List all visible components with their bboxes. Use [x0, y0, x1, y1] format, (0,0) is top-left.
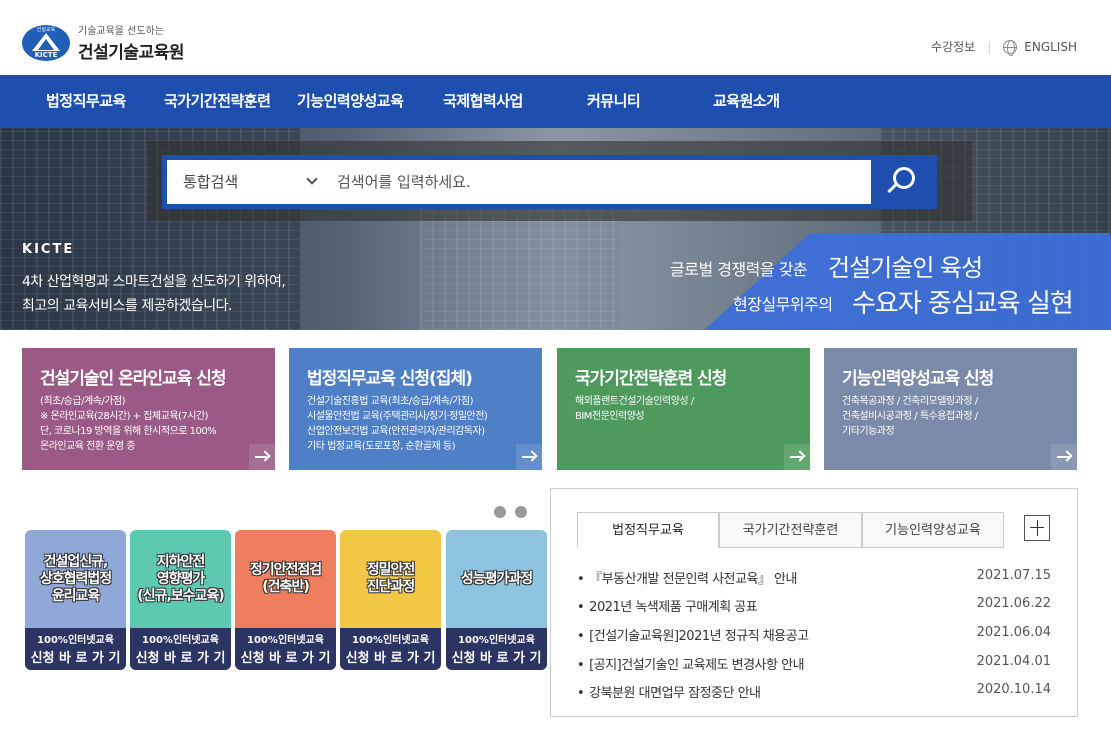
english-link[interactable]: ENGLISH	[1024, 40, 1077, 54]
notice-title[interactable]: 강북분원 대면업무 잠정중단 안내	[577, 682, 761, 701]
hero-line-1: 4차 산업혁명과 스마트건설을 선도하기 위하여,	[22, 274, 286, 290]
utility-menu: 수강정보 | ENGLISH	[931, 38, 1077, 56]
more-plus-icon[interactable]	[1024, 515, 1050, 541]
nav-item-community[interactable]: 커뮤니티	[587, 75, 641, 128]
card-national-strategy[interactable]: 국가기간전략훈련 신청 해외플랜트건설기술인력양성 / BIM전문인력양성	[557, 348, 810, 470]
quick-course-link[interactable]: 신청 바 로 가 기	[25, 647, 126, 666]
hero-slogan-1-small: 글로벌 경쟁력을 갖춘	[670, 260, 808, 279]
hero-banner: 통합검색 KICTE 4차 산업혁명과 스마트건설을 선도하기 위하여, 최고의…	[0, 128, 1111, 330]
nav-item-skilled-workforce[interactable]: 기능인력양성교육	[297, 75, 404, 128]
nav-item-about[interactable]: 교육원소개	[713, 75, 780, 128]
card-description: 건축목공과정 / 건축리모델링과정 / 건축설비시공과정 / 특수용접과정 / …	[842, 396, 978, 437]
card-title: 건설기술인 온라인교육 신청	[40, 369, 227, 389]
quick-course-construction-ethics[interactable]: 건설업신규, 상호협력법정 윤리교육 100%인터넷교육 신청 바 로 가 기	[25, 530, 126, 670]
quick-course-title: 지하안전 영향평가 (신규,보수교육)	[137, 553, 224, 604]
hero-brand: KICTE	[22, 242, 75, 257]
quick-course-sub: 100%인터넷교육	[352, 635, 429, 646]
site-header: 건설교육 KICTE 기술교육을 선도하는 건설기술교육원 수강정보 | ENG…	[0, 0, 1111, 75]
quick-course-link[interactable]: 신청 바 로 가 기	[446, 647, 547, 666]
hero-line-2: 최고의 교육서비스를 제공하겠습니다.	[22, 298, 232, 314]
nav-item-international[interactable]: 국제협력사업	[443, 75, 523, 128]
hero-slogan-1-large: 건설기술인 육성	[828, 254, 983, 282]
nav-item-legal-training[interactable]: 법정직무교육	[46, 75, 126, 128]
quick-course-underground-safety[interactable]: 지하안전 영향평가 (신규,보수교육) 100%인터넷교육 신청 바 로 가 기	[130, 530, 231, 670]
card-description: 해외플랜트건설기술인력양성 / BIM전문인력양성	[575, 396, 694, 422]
card-skilled-workforce[interactable]: 기능인력양성교육 신청 건축목공과정 / 건축리모델링과정 / 건축설비시공과정…	[824, 348, 1077, 470]
slider-pagination	[494, 506, 536, 518]
logo-mark-top-text: 건설교육	[36, 26, 56, 33]
card-title: 국가기간전략훈련 신청	[575, 369, 727, 389]
slider-dot[interactable]	[515, 506, 527, 518]
card-description: (최초/승급/계속/가점) ※ 온라인교육(28시간) + 집체교육(7시간) …	[40, 396, 217, 452]
tab-national-strategy[interactable]: 국가기간전략훈련	[719, 512, 862, 548]
course-info-link[interactable]: 수강정보	[931, 38, 975, 55]
notice-panel: 법정직무교육 국가기간전략훈련 기능인력양성교육 『부동산개발 전문인력 사전교…	[550, 488, 1078, 717]
logo-mark-bottom-text: KICTE	[34, 50, 58, 59]
notice-date: 2021.04.01	[976, 654, 1051, 669]
search-bar: 통합검색	[162, 155, 937, 209]
utility-separator: |	[987, 39, 992, 54]
quick-course-link[interactable]: 신청 바 로 가 기	[340, 647, 441, 666]
search-scope-select[interactable]: 통합검색	[183, 160, 238, 204]
tab-skilled-workforce[interactable]: 기능인력양성교육	[862, 512, 1004, 548]
arrow-right-icon[interactable]	[516, 444, 542, 470]
nav-item-national-strategy[interactable]: 국가기간전략훈련	[164, 75, 271, 128]
logo-title: 건설기술교육원	[78, 43, 184, 63]
quick-course-title: 건설업신규, 상호협력법정 윤리교육	[39, 553, 112, 604]
notice-item[interactable]: 강북분원 대면업무 잠정중단 안내 2020.10.14	[577, 682, 1051, 702]
quick-course-sub: 100%인터넷교육	[37, 635, 114, 646]
quick-course-title: 성능평가과정	[460, 570, 533, 587]
arrow-right-icon[interactable]	[249, 444, 275, 470]
notice-date: 2021.07.15	[976, 568, 1051, 583]
logo-tagline: 기술교육을 선도하는	[78, 26, 164, 37]
card-online-training[interactable]: 건설기술인 온라인교육 신청 (최초/승급/계속/가점) ※ 온라인교육(28시…	[22, 348, 275, 470]
quick-course-performance-eval[interactable]: 성능평가과정 100%인터넷교육 신청 바 로 가 기	[446, 530, 547, 670]
card-legal-training[interactable]: 법정직무교육 신청(집체) 건설기술진흥법 교육(최초/승급/계속/가점) 시설…	[289, 348, 542, 470]
notice-date: 2021.06.04	[976, 625, 1051, 640]
quick-course-precision-diagnosis[interactable]: 정밀안전 진단과정 100%인터넷교육 신청 바 로 가 기	[340, 530, 441, 670]
logo-mark-icon: 건설교육 KICTE	[22, 24, 70, 61]
notice-item[interactable]: [공지]건설기술인 교육제도 변경사항 안내 2021.04.01	[577, 654, 1051, 674]
main-nav: 법정직무교육 국가기간전략훈련 기능인력양성교육 국제협력사업 커뮤니티 교육원…	[0, 75, 1111, 128]
search-input[interactable]	[337, 160, 857, 204]
arrow-right-icon[interactable]	[1051, 444, 1077, 470]
search-button[interactable]	[871, 155, 937, 209]
quick-course-regular-inspection[interactable]: 정기안전점검 (건축반) 100%인터넷교육 신청 바 로 가 기	[235, 530, 336, 670]
quick-course-sub: 100%인터넷교육	[142, 635, 219, 646]
quick-course-link[interactable]: 신청 바 로 가 기	[130, 647, 231, 666]
slider-dot[interactable]	[494, 506, 506, 518]
notice-item[interactable]: 2021년 녹색제품 구매계획 공표 2021.06.22	[577, 596, 1051, 616]
notice-title[interactable]: 『부동산개발 전문인력 사전교육』 안내	[577, 568, 797, 587]
quick-course-title: 정밀안전 진단과정	[366, 562, 416, 595]
quick-course-sub: 100%인터넷교육	[458, 635, 535, 646]
site-logo[interactable]: 건설교육 KICTE 기술교육을 선도하는 건설기술교육원	[22, 22, 184, 63]
quick-course-link[interactable]: 신청 바 로 가 기	[235, 647, 336, 666]
globe-icon	[1003, 39, 1018, 56]
notice-item[interactable]: 『부동산개발 전문인력 사전교육』 안내 2021.07.15	[577, 568, 1051, 588]
notice-date: 2020.10.14	[976, 682, 1051, 697]
quick-course-sub: 100%인터넷교육	[247, 635, 324, 646]
hero-slogan-2-small: 현장실무위주의	[733, 295, 833, 314]
hero-slogan-2-large: 수요자 중심교육 실현	[852, 289, 1074, 319]
tab-legal-training[interactable]: 법정직무교육	[577, 512, 719, 548]
notice-title[interactable]: 2021년 녹색제품 구매계획 공표	[577, 596, 758, 615]
chevron-down-icon[interactable]	[306, 173, 318, 185]
notice-item[interactable]: [건설기술교육원]2021년 정규직 채용공고 2021.06.04	[577, 625, 1051, 645]
notice-title[interactable]: [공지]건설기술인 교육제도 변경사항 안내	[577, 654, 804, 673]
quick-course-title: 정기안전점검 (건축반)	[249, 562, 322, 595]
notice-date: 2021.06.22	[976, 596, 1051, 611]
card-title: 기능인력양성교육 신청	[842, 369, 994, 389]
card-title: 법정직무교육 신청(집체)	[307, 369, 473, 389]
search-icon	[893, 167, 915, 189]
notice-title[interactable]: [건설기술교육원]2021년 정규직 채용공고	[577, 625, 809, 644]
arrow-right-icon[interactable]	[784, 444, 810, 470]
card-description: 건설기술진흥법 교육(최초/승급/계속/가점) 시설물안전법 교육(주택관리사/…	[307, 396, 488, 452]
